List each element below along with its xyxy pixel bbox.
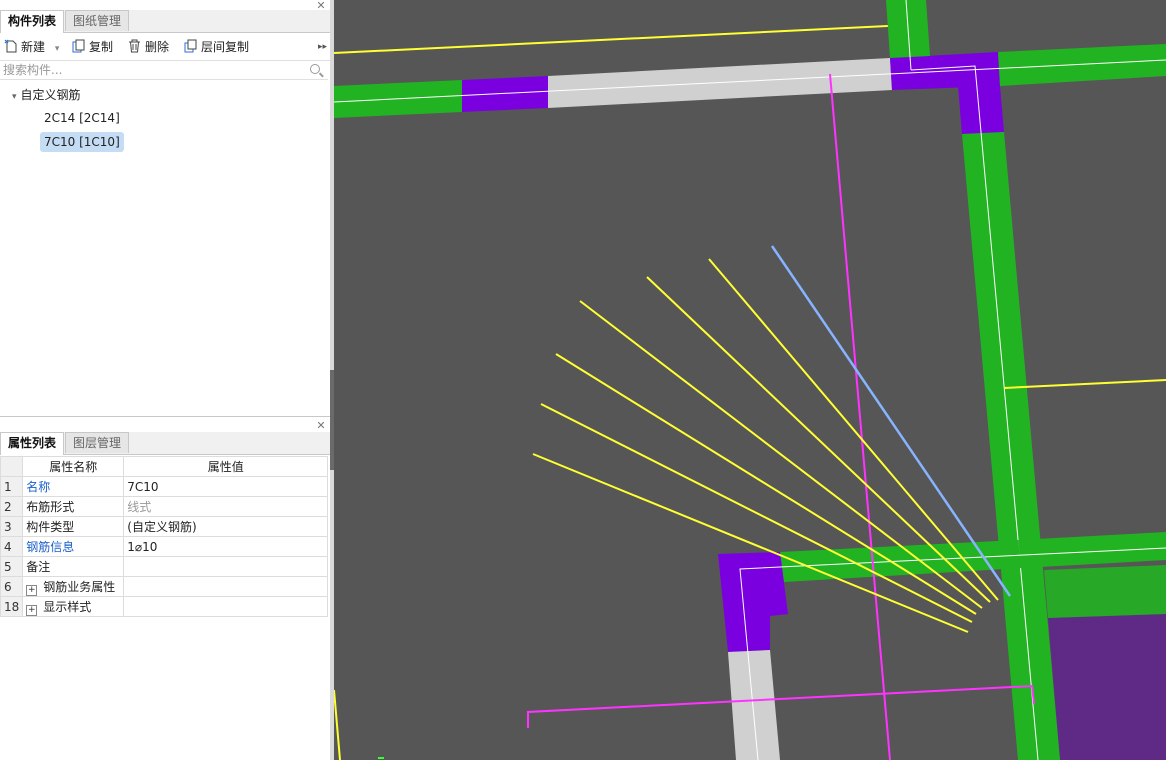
search-input[interactable] [0,61,306,79]
new-file-icon [4,39,17,53]
property-table: 属性名称 属性值 1 名称 7C10 2 布筋形式 线式 3 构件类型 (自定义… [0,456,329,617]
property-group[interactable]: + 钢筋业务属性 [22,576,125,597]
table-row[interactable]: 6 + 钢筋业务属性 [0,576,329,597]
copy-button[interactable]: 复制 [72,38,113,56]
property-name: 布筋形式 [22,496,125,517]
property-header-row: 属性名称 属性值 [0,456,329,477]
property-name: 备注 [22,556,125,577]
property-name: 钢筋信息 [22,536,125,557]
expand-arrow-icon[interactable]: ▾ [12,92,17,102]
tab-property-list[interactable]: 属性列表 [0,432,65,455]
search-icon[interactable] [310,64,320,74]
tree-item-2c14[interactable]: 2C14 [2C14] [40,108,124,128]
component-search [0,61,328,80]
property-value [123,596,329,617]
property-value-header: 属性值 [123,456,329,477]
row-number-header [0,456,24,477]
left-panel: ✕ 构件列表 图纸管理 新建 ▾ 复制 删除 层间复制 ▸▸ 搜索构件... ▾… [0,0,331,760]
tree-root-custom-rebar[interactable]: ▾ 自定义钢筋 [12,86,81,104]
property-group[interactable]: + 显示样式 [22,596,125,617]
copy-button-label: 复制 [89,40,114,54]
row-number: 4 [0,536,24,557]
property-value-input[interactable] [123,556,329,577]
tab-drawing-management[interactable]: 图纸管理 [65,10,130,31]
expand-plus-icon[interactable]: + [26,604,38,616]
table-row[interactable]: 18 + 显示样式 [0,596,329,617]
row-number: 1 [0,476,24,497]
component-list-panel: ✕ 构件列表 图纸管理 新建 ▾ 复制 删除 层间复制 ▸▸ 搜索构件... ▾… [0,0,330,417]
property-tab-bar: 属性列表 图层管理 [0,432,330,455]
property-value: 线式 [123,496,329,517]
row-number: 3 [0,516,24,537]
table-row[interactable]: 1 名称 7C10 [0,476,329,497]
property-name: 构件类型 [22,516,125,537]
close-icon[interactable]: ✕ [314,420,328,432]
drawing-canvas[interactable] [334,0,1166,760]
component-tab-bar: 构件列表 图纸管理 [0,10,330,33]
property-value-input[interactable]: 1⌀10 [123,536,329,557]
wall-segment [462,76,548,112]
dropdown-arrow-icon[interactable]: ▾ [55,44,60,54]
expand-plus-icon[interactable]: + [26,584,38,596]
trash-icon [128,39,141,53]
floor-copy-button-label: 层间复制 [201,40,250,54]
property-value-input[interactable]: 7C10 [123,476,329,497]
more-arrow-icon[interactable]: ▸▸ [318,38,327,56]
row-number: 2 [0,496,24,517]
table-row[interactable]: 2 布筋形式 线式 [0,496,329,517]
delete-button-label: 删除 [145,40,170,54]
tree-root-label: 自定义钢筋 [20,88,81,102]
slab-region [1048,614,1166,760]
new-button-label: 新建 [21,40,46,54]
floor-copy-button[interactable]: 层间复制 [184,38,249,56]
new-button[interactable]: 新建 ▾ [4,38,59,56]
property-value: (自定义钢筋) [123,516,329,537]
property-value [123,576,329,597]
slab-region-green [1044,565,1166,618]
row-number: 6 [0,576,24,597]
property-name: 名称 [22,476,125,497]
floor-copy-icon [184,39,197,53]
row-number: 5 [0,556,24,577]
property-group-label: 钢筋业务属性 [43,579,116,594]
copy-icon [72,39,85,53]
delete-button[interactable]: 删除 [128,38,169,56]
property-group-label: 显示样式 [43,599,92,614]
property-name-header: 属性名称 [22,456,125,477]
tab-component-list[interactable]: 构件列表 [0,10,65,33]
component-toolbar: 新建 ▾ 复制 删除 层间复制 ▸▸ [0,34,330,61]
row-number: 18 [0,596,24,617]
tree-item-7c10[interactable]: 7C10 [1C10] [40,132,124,152]
table-row[interactable]: 5 备注 [0,556,329,577]
tab-layer-management[interactable]: 图层管理 [65,432,130,453]
table-row[interactable]: 4 钢筋信息 1⌀10 [0,536,329,557]
table-row[interactable]: 3 构件类型 (自定义钢筋) [0,516,329,537]
